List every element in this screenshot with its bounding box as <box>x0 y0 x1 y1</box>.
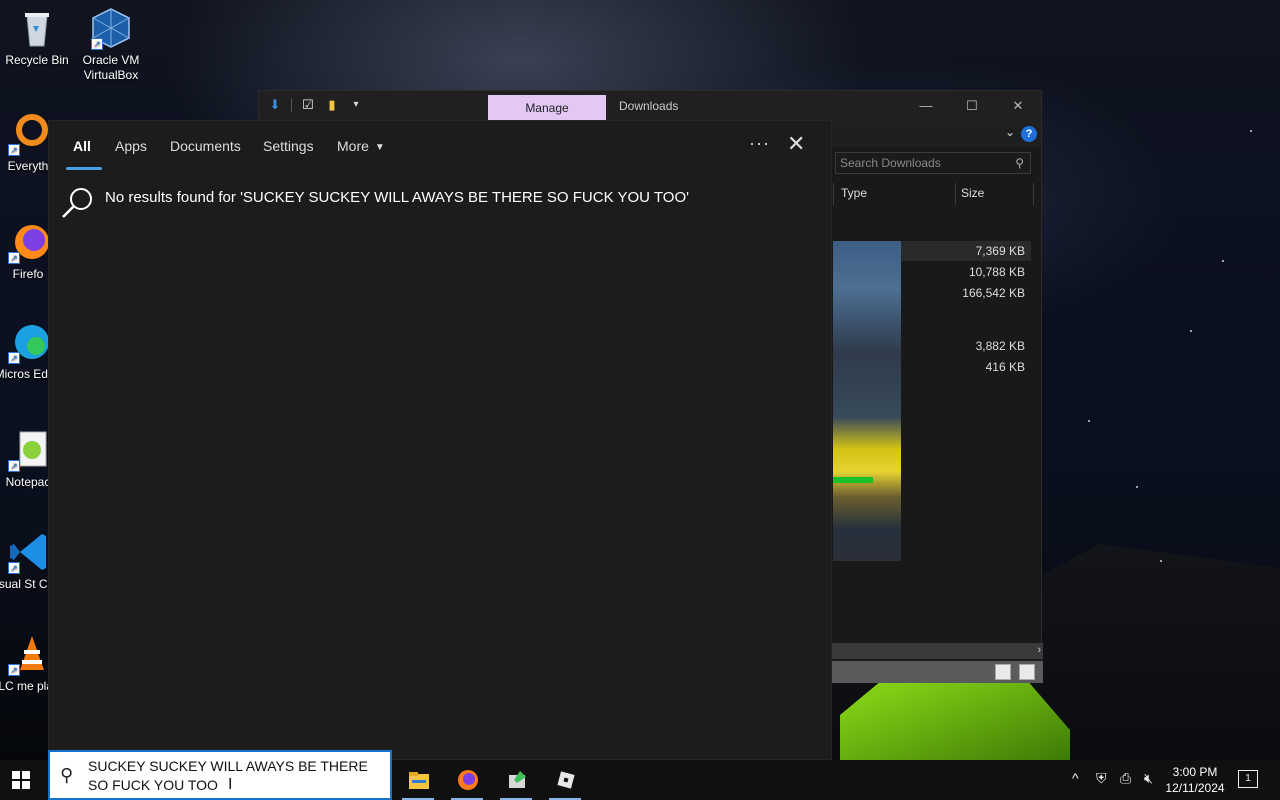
notification-center-icon[interactable]: 1 <box>1238 770 1258 788</box>
taskbar-app-roblox[interactable] <box>541 760 589 800</box>
windows-start-icon[interactable] <box>12 771 30 789</box>
star <box>1160 560 1162 562</box>
shortcut-arrow-icon: ↗ <box>8 664 20 676</box>
file-size: 10,788 KB <box>968 265 1025 279</box>
search-query-text: SUCKEY SUCKEY WILL AWAYS BE THERE SO FUC… <box>88 758 368 793</box>
shortcut-arrow-icon: ↗ <box>8 252 20 264</box>
explorer-statusbar <box>831 661 1043 683</box>
tab-more-label: More <box>337 138 369 154</box>
notepad-plus-icon: ↗ <box>6 428 50 472</box>
window-controls: — ☐ ✕ <box>903 91 1041 121</box>
file-size: 7,369 KB <box>975 244 1025 258</box>
file-thumbnail-preview[interactable] <box>833 241 901 561</box>
column-separator[interactable] <box>833 183 834 205</box>
desktop-icon-virtualbox[interactable]: ↗ Oracle VM VirtualBox <box>71 6 151 83</box>
file-size: 166,542 KB <box>962 286 1025 300</box>
firefox-icon: ↗ <box>6 220 50 264</box>
taskbar-app-file-explorer[interactable] <box>394 760 442 800</box>
star <box>1088 420 1090 422</box>
firefox-icon <box>457 769 479 791</box>
desktop-icon-label: Oracle VM VirtualBox <box>82 53 140 82</box>
customize-toolbar-icon[interactable]: ▾ <box>348 97 364 113</box>
close-icon[interactable]: ✕ <box>787 131 805 157</box>
folder-icon[interactable]: ▮ <box>324 97 340 113</box>
search-scope-tabs: All Apps Documents Settings More ▼ ··· ✕ <box>49 121 831 171</box>
system-clock[interactable]: 3:00 PM 12/11/2024 <box>1160 764 1230 796</box>
vscode-icon: ↗ <box>6 530 50 574</box>
minimize-icon[interactable]: — <box>903 91 949 121</box>
tab-settings[interactable]: Settings <box>263 138 314 154</box>
column-header-size[interactable]: Size <box>961 186 984 200</box>
scroll-right-icon[interactable]: › <box>1037 644 1041 656</box>
everything-search-icon: ↗ <box>6 112 50 156</box>
text-cursor-icon: I <box>228 776 233 793</box>
virtualbox-icon: ↗ <box>89 6 133 50</box>
notification-count: 1 <box>1245 773 1251 784</box>
tab-all[interactable]: All <box>73 138 91 154</box>
shortcut-arrow-icon: ↗ <box>91 38 103 50</box>
help-icon[interactable]: ? <box>1021 126 1037 142</box>
star <box>1136 486 1138 488</box>
volume-muted-icon[interactable]: 🔇︎ <box>1144 770 1153 787</box>
large-icons-view-icon[interactable] <box>1019 664 1035 680</box>
more-options-icon[interactable]: ··· <box>749 133 770 154</box>
caret-down-icon: ▼ <box>374 142 385 153</box>
thumbnail-progress-bar <box>833 477 873 483</box>
shortcut-arrow-icon: ↗ <box>8 562 20 574</box>
window-title: Downloads <box>619 99 679 113</box>
shortcut-arrow-icon: ↗ <box>8 144 20 156</box>
file-explorer-icon <box>408 769 430 791</box>
desktop-icon-recycle-bin[interactable]: Recycle Bin <box>0 6 77 68</box>
column-header-type[interactable]: Type <box>841 186 867 200</box>
recycle-bin-icon <box>15 6 59 50</box>
show-hidden-icons-chevron-icon[interactable]: ^ <box>1072 770 1079 786</box>
star <box>1190 330 1192 332</box>
horizontal-scrollbar[interactable]: › <box>831 643 1043 659</box>
file-size: 416 KB <box>985 360 1025 374</box>
no-results-message: No results found for 'SUCKEY SUCKEY WILL… <box>105 189 689 206</box>
star <box>1250 130 1252 132</box>
taskbar-app-notepad[interactable] <box>492 760 540 800</box>
search-icon <box>61 186 95 220</box>
search-flyout-panel: All Apps Documents Settings More ▼ ··· ✕ … <box>48 120 832 760</box>
shortcut-arrow-icon: ↗ <box>8 352 20 364</box>
taskbar-app-firefox[interactable] <box>443 760 491 800</box>
explorer-search-input[interactable]: Search Downloads ⚲ <box>835 152 1031 174</box>
network-icon[interactable]: ⎙ <box>1120 770 1131 787</box>
notepad-plus-icon <box>506 769 528 791</box>
toolbar-divider <box>291 98 292 112</box>
taskbar-search-input[interactable]: ⚲ SUCKEY SUCKEY WILL AWAYS BE THERE SO F… <box>48 750 392 800</box>
maximize-icon[interactable]: ☐ <box>949 91 995 121</box>
active-tab-indicator <box>66 167 102 170</box>
desktop-icon-label: Recycle Bin <box>5 53 69 67</box>
down-arrow-icon[interactable]: ⬇ <box>267 97 283 113</box>
close-icon[interactable]: ✕ <box>995 91 1041 121</box>
search-icon: ⚲ <box>60 765 74 785</box>
search-placeholder: Search Downloads <box>840 156 941 170</box>
quick-access-toolbar: ⬇ ☑ ▮ ▾ <box>267 97 364 113</box>
taskbar: ⚲ SUCKEY SUCKEY WILL AWAYS BE THERE SO F… <box>0 750 1280 800</box>
star <box>1222 260 1224 262</box>
clock-date: 12/11/2024 <box>1165 781 1225 795</box>
explorer-titlebar[interactable]: ⬇ ☑ ▮ ▾ Manage Downloads — ☐ ✕ <box>259 91 1041 121</box>
vlc-icon: ↗ <box>6 632 50 676</box>
manage-tab[interactable]: Manage <box>488 95 606 121</box>
column-separator[interactable] <box>1033 183 1034 205</box>
chevron-down-icon[interactable]: ⌄ <box>1005 125 1015 139</box>
properties-icon[interactable]: ☑ <box>300 97 316 113</box>
tab-apps[interactable]: Apps <box>115 138 147 154</box>
file-size: 3,882 KB <box>975 339 1025 353</box>
shortcut-arrow-icon: ↗ <box>8 460 20 472</box>
tab-documents[interactable]: Documents <box>170 138 241 154</box>
column-separator[interactable] <box>955 183 956 205</box>
security-icon[interactable]: ⛨ <box>1096 770 1107 787</box>
roblox-icon <box>555 769 577 791</box>
search-icon: ⚲ <box>1015 156 1024 170</box>
details-view-icon[interactable] <box>995 664 1011 680</box>
edge-icon: ↗ <box>6 320 50 364</box>
clock-time: 3:00 PM <box>1172 765 1218 779</box>
tab-more[interactable]: More ▼ <box>337 138 385 154</box>
